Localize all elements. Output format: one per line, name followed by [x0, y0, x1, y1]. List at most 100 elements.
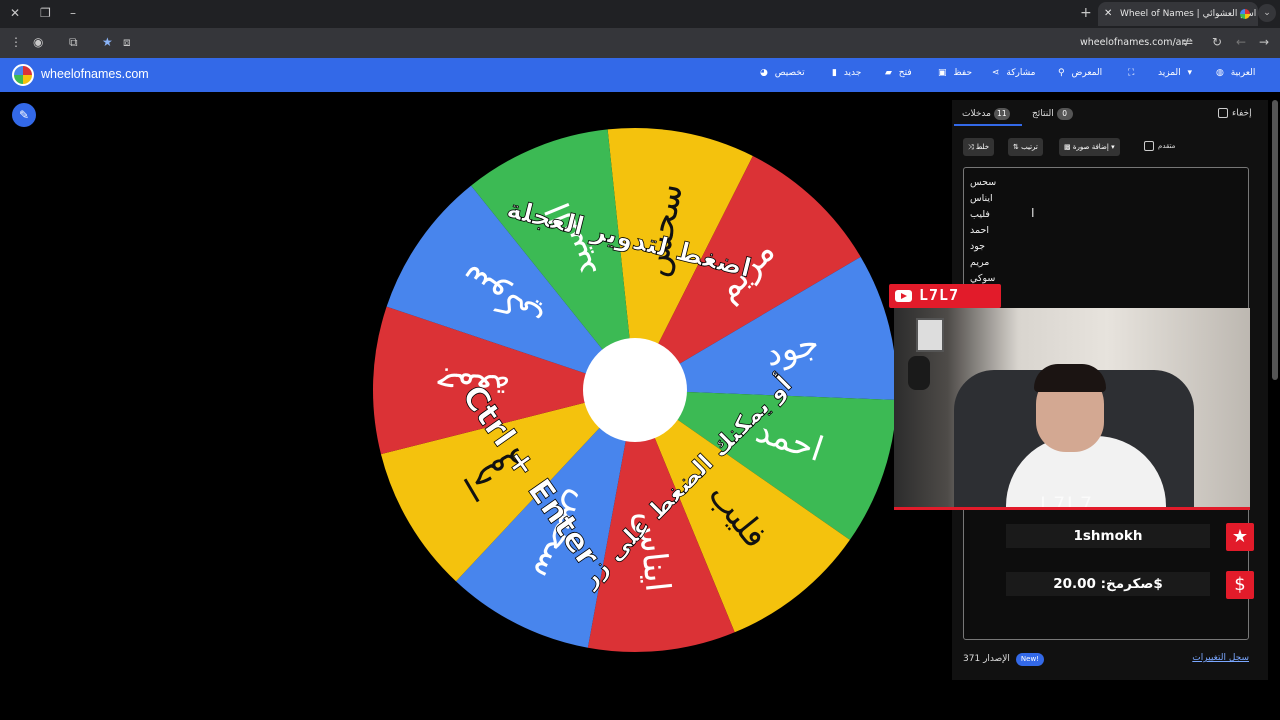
scrollbar[interactable]: [1272, 100, 1278, 380]
gallery-button[interactable]: ⚲ المعرض: [1058, 68, 1102, 78]
search-icon: ⚲: [1058, 68, 1065, 78]
tab-results[interactable]: النتائج 0: [1032, 108, 1076, 120]
new-button[interactable]: ▮ جديد: [832, 68, 861, 78]
new-tab-icon[interactable]: +: [1080, 5, 1092, 21]
address-bar: ⋮ ◉ ⧉ ★ ⧈ wheelofnames.com/ar/ ⇌ ↻ ← →: [0, 28, 1280, 58]
tab-entries[interactable]: مدخلات 11: [962, 108, 1013, 120]
url-field[interactable]: wheelofnames.com/ar/: [1080, 37, 1189, 48]
tab-title: Wheel of Names | اسم العشوائي: [1120, 9, 1257, 19]
entry-line: سحس: [970, 177, 997, 188]
entries-count-badge: 11: [993, 108, 1010, 120]
site-settings-icon[interactable]: ⇌: [1183, 35, 1193, 49]
hide-label: إخفاء: [1232, 108, 1252, 119]
donation-amount: صكرمخ: 20.00$: [1006, 572, 1210, 596]
customize-label: تخصيص: [774, 68, 805, 78]
results-tab-label: النتائج: [1032, 109, 1054, 119]
more-button[interactable]: المزيد ▾: [1158, 68, 1192, 78]
version-info: 371 الإصدار New!: [963, 653, 1044, 666]
shuffle-label: خلط: [975, 143, 990, 151]
site-header: wheelofnames.com ◕ تخصيص ▮ جديد ▰ فتح ▣ …: [0, 58, 1280, 92]
entry-line: مريم: [970, 257, 990, 268]
version-number: 371: [963, 654, 981, 664]
changelog-link[interactable]: سجل التغييرات: [1192, 653, 1249, 663]
edit-pencil-icon[interactable]: ✎: [12, 103, 36, 127]
active-tab-indicator: [954, 124, 1022, 126]
gallery-label: المعرض: [1071, 68, 1103, 78]
site-name[interactable]: wheelofnames.com: [41, 67, 149, 81]
channel-name: L7L7: [919, 286, 960, 304]
advanced-checkbox[interactable]: [1144, 141, 1154, 151]
minimize-window-icon[interactable]: –: [70, 6, 76, 20]
new-label: جديد: [843, 68, 862, 78]
tab-search-icon[interactable]: ⌄: [1258, 4, 1276, 22]
save-button[interactable]: ▣ حفظ: [938, 68, 972, 78]
chevron-down-icon: ▾: [1187, 68, 1193, 78]
folder-icon: ▰: [885, 68, 892, 78]
wheel-svg[interactable]: سحس مريمجوداحمدفليبايناسسحساحمدجمعةسوكيال…: [372, 127, 898, 653]
save-icon: ▣: [938, 68, 947, 78]
text-cursor-icon: I: [1031, 206, 1035, 220]
image-icon: ▩: [1064, 143, 1071, 151]
donor-name: 1shmokh: [1006, 524, 1210, 548]
reload-icon[interactable]: ↻: [1212, 35, 1222, 49]
close-tab-icon[interactable]: ✕: [1104, 2, 1112, 26]
forward-icon[interactable]: ←: [1236, 35, 1246, 49]
customize-button[interactable]: ◕ تخصيص: [760, 68, 805, 78]
site-logo-icon[interactable]: [12, 64, 34, 86]
hide-checkbox[interactable]: [1218, 108, 1228, 118]
sort-icon: ⇅: [1013, 143, 1019, 151]
add-image-label: إضافة صورة: [1072, 143, 1109, 151]
panel-tabs: مدخلات 11 النتائج 0 إخفاء: [952, 100, 1268, 126]
restore-window-icon[interactable]: ❐: [40, 6, 51, 20]
new-badge: New!: [1015, 653, 1044, 666]
fullscreen-icon: ⛶: [1128, 68, 1135, 78]
share-button[interactable]: ⋖ مشاركة: [992, 68, 1035, 78]
profile-icon[interactable]: ◉: [33, 35, 43, 49]
browser-tab[interactable]: ✕ Wheel of Names | اسم العشوائي: [1098, 2, 1258, 26]
advanced-label: متقدم: [1158, 142, 1176, 150]
advanced-toggle[interactable]: متقدم: [1144, 141, 1175, 151]
sort-button[interactable]: ⇅ ترتيب: [1008, 138, 1043, 156]
share-label: مشاركة: [1006, 68, 1036, 78]
open-button[interactable]: ▰ فتح: [885, 68, 912, 78]
entry-line: ايناس: [970, 193, 993, 204]
menu-icon[interactable]: ⋮: [10, 35, 22, 49]
sort-label: ترتيب: [1021, 143, 1038, 151]
extensions-icon[interactable]: ⧉: [69, 35, 78, 50]
youtube-icon: [895, 290, 912, 302]
wheel-center[interactable]: [583, 338, 687, 442]
translate-icon[interactable]: ⧈: [123, 35, 131, 50]
hide-toggle[interactable]: إخفاء: [1218, 108, 1252, 119]
palette-icon: ◕: [760, 68, 768, 78]
browser-tab-bar: ✕ ❐ – + ✕ Wheel of Names | اسم العشوائي …: [0, 0, 1280, 28]
star-icon: ★: [1226, 523, 1254, 551]
version-label: الإصدار: [983, 654, 1010, 664]
entry-line: فليب: [970, 209, 990, 220]
webcam-overlay: L7L7: [894, 308, 1250, 510]
close-window-icon[interactable]: ✕: [10, 6, 20, 20]
results-count-badge: 0: [1056, 108, 1073, 120]
entry-line: احمد: [970, 225, 989, 236]
tab-favicon-icon: [1240, 9, 1250, 19]
entry-line: سوكي: [970, 273, 996, 284]
wall-frame: [916, 318, 944, 352]
fullscreen-button[interactable]: ⛶: [1128, 68, 1134, 78]
back-icon[interactable]: →: [1259, 35, 1269, 49]
wheel[interactable]: سحس مريم جود احمد فليب ايناس سحس احمد جمعة سوكي ال…: [372, 127, 898, 653]
language-button[interactable]: ◍ العربية: [1216, 68, 1255, 78]
microphone-icon: [908, 356, 930, 390]
channel-badge: L7L7: [889, 284, 1001, 308]
entries-tab-label: مدخلات: [962, 109, 991, 119]
open-label: فتح: [898, 68, 912, 78]
more-label: المزيد: [1158, 68, 1181, 78]
chevron-down-icon: ▾: [1111, 143, 1115, 151]
bookmark-star-icon[interactable]: ★: [102, 35, 113, 49]
dollar-icon: $: [1226, 571, 1254, 599]
language-label: العربية: [1230, 68, 1256, 78]
globe-icon: ◍: [1216, 68, 1224, 78]
webcam-watermark: L7L7: [1040, 493, 1094, 510]
entry-line: جود: [970, 241, 986, 252]
shuffle-button[interactable]: ⤨ خلط: [963, 138, 995, 156]
add-image-button[interactable]: ▩ إضافة صورة ▾: [1059, 138, 1120, 156]
person-hair: [1034, 364, 1106, 392]
